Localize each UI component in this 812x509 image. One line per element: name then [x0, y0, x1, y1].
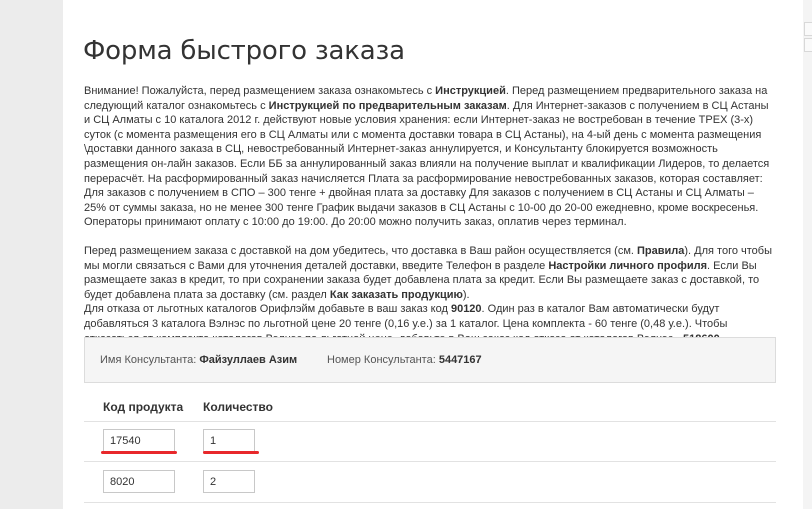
table-divider [84, 461, 776, 462]
quantity-input[interactable] [203, 429, 255, 452]
window-edge-scroll-buttons [803, 0, 812, 509]
table-divider [84, 421, 776, 422]
bold-link-text[interactable]: Настройки личного профиля [548, 260, 707, 272]
quick-order-page: Форма быстрого заказа Внимание! Пожалуйс… [63, 0, 803, 509]
red-underline-annotation [101, 451, 177, 454]
consultant-info-panel: Имя Консультанта: Файзуллаев Азим Номер … [84, 337, 776, 383]
column-header-product-code: Код продукта [103, 400, 184, 414]
product-code-input[interactable] [103, 429, 175, 452]
consultant-name-label: Имя Консультанта: [100, 354, 197, 366]
bold-link-text[interactable]: Инструкцией [435, 85, 506, 97]
bold-link-text[interactable]: Инструкцией по предварительным заказам [269, 100, 507, 112]
consultant-name-value: Файзуллаев Азим [199, 354, 298, 366]
consultant-number: Номер Консультанта: 5447167 [327, 354, 482, 366]
bold-link-text[interactable]: 90120 [451, 303, 482, 315]
page-title: Форма быстрого заказа [83, 36, 405, 66]
instructions-paragraph-2: Перед размещением заказа с доставкой на … [84, 244, 774, 302]
text-segment: Внимание! Пожалуйста, перед размещением … [84, 85, 436, 97]
scroll-button[interactable] [804, 38, 812, 52]
consultant-number-value: 5447167 [438, 354, 482, 366]
scroll-button[interactable] [804, 22, 812, 36]
column-header-quantity: Количество [203, 400, 273, 414]
quantity-input[interactable] [203, 470, 255, 493]
red-underline-annotation [203, 451, 259, 454]
table-divider [84, 502, 776, 503]
bold-link-text[interactable]: Как заказать продукцию [330, 289, 463, 301]
consultant-name: Имя Консультанта: Файзуллаев Азим [100, 354, 297, 366]
consultant-number-label: Номер Консультанта: [327, 354, 436, 366]
text-segment: ). [462, 288, 470, 301]
instructions-text: Внимание! Пожалуйста, перед размещением … [84, 84, 774, 346]
bold-link-text[interactable]: Правила [637, 245, 684, 257]
product-code-input[interactable] [103, 470, 175, 493]
instructions-paragraph-1: Внимание! Пожалуйста, перед размещением … [84, 84, 774, 230]
text-segment: . Для Интернет-заказов с получением в СЦ… [84, 99, 770, 229]
text-segment: Перед размещением заказа с доставкой на … [84, 244, 638, 257]
text-segment: Для отказа от льготных каталогов Орифлэй… [84, 303, 451, 316]
